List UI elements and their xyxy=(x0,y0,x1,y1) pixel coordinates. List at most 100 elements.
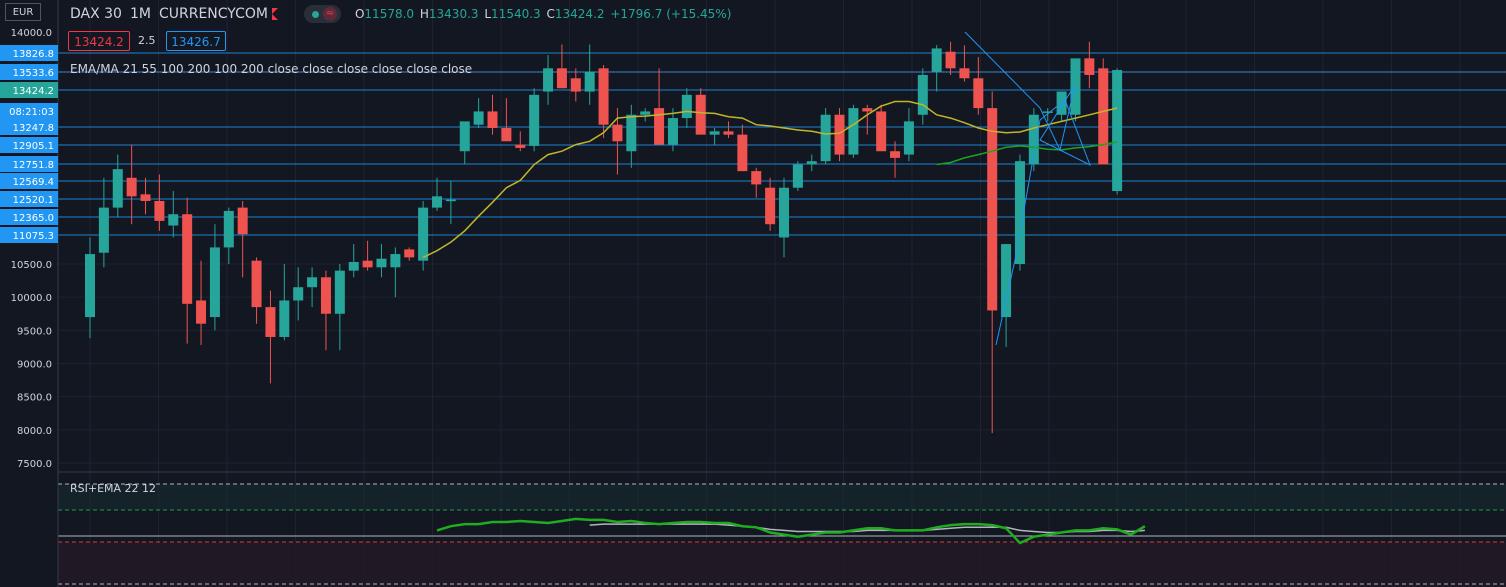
candle-body xyxy=(626,115,636,151)
low-value: 11540.3 xyxy=(491,7,541,21)
buy-button[interactable]: 13426.7 xyxy=(166,31,226,51)
price-axis[interactable]: 7500.08000.08500.09000.09500.010000.0105… xyxy=(0,0,58,587)
candle-body xyxy=(349,262,359,271)
candle-body xyxy=(959,68,969,78)
candle-body xyxy=(252,261,262,307)
candle-body xyxy=(904,121,914,154)
wave-icon: ≈ xyxy=(323,7,337,21)
price-tag: 13533.6 xyxy=(13,68,54,79)
candle-body xyxy=(807,161,817,164)
price-tag: 12520.1 xyxy=(13,195,54,206)
candle-body xyxy=(571,78,581,91)
currency-label[interactable]: EUR xyxy=(5,3,41,21)
y-tick-label: 10000.0 xyxy=(11,293,52,304)
candle-body xyxy=(168,214,178,225)
candle-body xyxy=(599,68,609,124)
close-value: 13424.2 xyxy=(555,7,605,21)
candle-body xyxy=(238,208,248,235)
candle-body xyxy=(1098,68,1108,164)
candle-body xyxy=(1112,70,1122,191)
candle-body xyxy=(751,171,761,184)
chart-canvas[interactable]: 7500.08000.08500.09000.09500.010000.0105… xyxy=(0,0,1506,587)
candle-body xyxy=(418,208,428,261)
candle-body xyxy=(515,145,525,148)
exchange-label: CURRENCYCOM xyxy=(159,6,268,22)
market-open-icon xyxy=(312,11,319,18)
price-tag: 11075.3 xyxy=(13,231,54,242)
candle-body xyxy=(1001,244,1011,317)
candle-body xyxy=(488,111,498,128)
price-tag: 12905.1 xyxy=(13,141,54,152)
candle-body xyxy=(210,247,220,317)
chart-header: DAX 30 1M CURRENCYCOM ≈ O11578.0 H13430.… xyxy=(70,4,733,24)
candle-body xyxy=(404,249,414,257)
interval-label[interactable]: 1M xyxy=(130,6,151,22)
candle-body xyxy=(293,287,303,300)
candle-body xyxy=(113,169,123,207)
candle-body xyxy=(1084,58,1094,75)
candle-body xyxy=(376,259,386,268)
candle-body xyxy=(876,111,886,151)
rsi-indicator-label[interactable]: RSI+EMA 22 12 xyxy=(70,482,156,495)
candle-body xyxy=(557,68,567,88)
candle-body xyxy=(918,75,928,115)
candle-body xyxy=(793,165,803,188)
candle-body xyxy=(390,254,400,267)
candle-body xyxy=(668,118,678,145)
y-tick-label: 8000.0 xyxy=(17,426,52,437)
high-value: 13430.3 xyxy=(429,7,479,21)
flag-icon[interactable] xyxy=(272,8,278,20)
candle-body xyxy=(612,125,622,142)
rsi-overbought-zone xyxy=(58,484,1506,510)
candle-body xyxy=(321,277,331,313)
candle-body xyxy=(141,194,151,201)
candle-body xyxy=(501,128,511,141)
candle-body xyxy=(848,108,858,154)
candle-body xyxy=(460,121,470,151)
candle-body xyxy=(932,48,942,71)
candle-body xyxy=(862,108,872,111)
candle-body xyxy=(196,300,206,323)
candle-body xyxy=(987,108,997,310)
sell-button[interactable]: 13424.2 xyxy=(68,31,130,51)
candles xyxy=(85,42,1122,433)
candle-body xyxy=(696,95,706,135)
candle-body xyxy=(682,95,692,118)
candle-body xyxy=(154,201,164,221)
countdown-tag: 08:21:03 xyxy=(9,107,54,118)
candle-body xyxy=(543,68,553,91)
ohlc-values: O11578.0 H13430.3 L11540.3 C13424.2 +179… xyxy=(355,7,733,21)
change-value: +1796.7 (+15.45%) xyxy=(610,7,731,21)
y-tick-label: 10500.0 xyxy=(11,260,52,271)
status-pill[interactable]: ≈ xyxy=(304,5,341,23)
price-tag: 14000.0 xyxy=(11,28,52,39)
candle-body xyxy=(446,200,456,202)
open-value: 11578.0 xyxy=(364,7,414,21)
candle-body xyxy=(265,307,275,337)
candle-body xyxy=(946,52,956,69)
candle-body xyxy=(779,188,789,238)
ema-indicator-label[interactable]: EMA/MA 21 55 100 200 100 200 close close… xyxy=(70,62,472,76)
y-tick-label: 9500.0 xyxy=(17,326,52,337)
candle-body xyxy=(474,111,484,124)
candle-body xyxy=(529,95,539,146)
y-tick-label: 7500.0 xyxy=(17,459,52,470)
price-tag: 12569.4 xyxy=(13,177,54,188)
candle-body xyxy=(835,115,845,155)
candle-body xyxy=(335,271,345,314)
candle-body xyxy=(224,211,234,247)
candle-body xyxy=(737,135,747,171)
price-tag: 13424.2 xyxy=(13,86,54,97)
candle-body xyxy=(432,196,442,207)
price-tag: 13247.8 xyxy=(13,123,54,134)
rsi-lines xyxy=(437,519,1145,543)
candle-body xyxy=(99,208,109,253)
candle-body xyxy=(127,178,137,197)
candle-body xyxy=(85,254,95,317)
symbol-name[interactable]: DAX 30 xyxy=(70,6,122,22)
candle-body xyxy=(973,78,983,108)
candle-body xyxy=(654,108,664,144)
candle-body xyxy=(723,131,733,134)
candle-body xyxy=(765,188,775,224)
candle-body xyxy=(640,111,650,114)
